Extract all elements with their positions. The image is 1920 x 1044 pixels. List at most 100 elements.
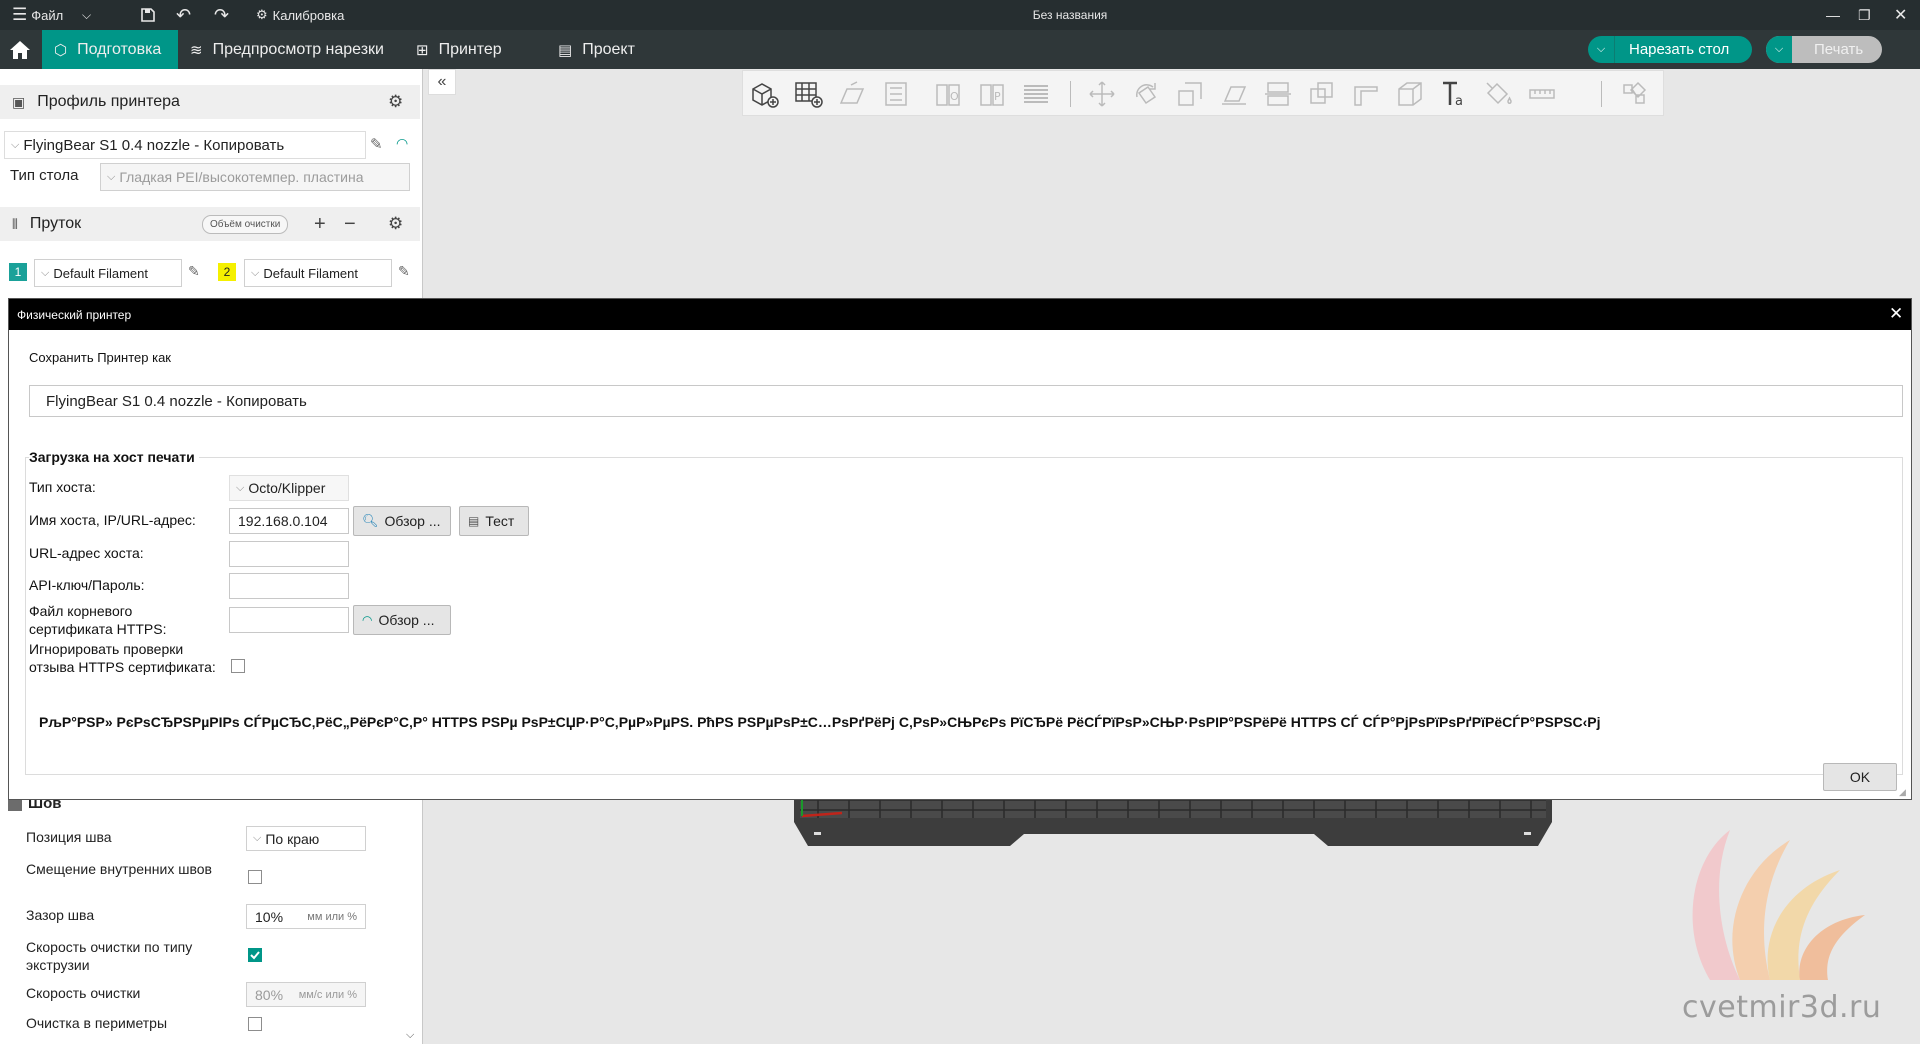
tab-printer[interactable]: ⊞ Принтер (416, 30, 502, 69)
auto-orient-icon[interactable] (837, 79, 867, 109)
file-menu[interactable]: ☰ Файл (12, 0, 63, 30)
cert-note-text: РљР°РЅР» РєРѕСЂРЅРµРІРѕ СЃРµСЂС‚РёС„РёРє… (39, 714, 1601, 730)
tab-preview-label: Предпросмотр нарезки (212, 40, 384, 58)
remove-filament-icon[interactable]: − (344, 213, 356, 236)
edit-icon[interactable]: ✎ (370, 135, 383, 153)
printer-profile-select[interactable]: ⌵ FlyingBear S1 0.4 nozzle - Копировать (4, 131, 366, 159)
wipe-speed-by-type-checkbox[interactable] (248, 948, 262, 962)
bed-type-label: Тип стола (10, 167, 79, 184)
minimize-icon[interactable]: — (1826, 0, 1840, 30)
seam-position-select[interactable]: ⌵ По краю (246, 826, 366, 851)
seam-paint-icon[interactable] (1395, 79, 1425, 109)
wifi-icon[interactable]: ◠ (396, 135, 408, 152)
inner-seam-offset-checkbox[interactable] (248, 870, 262, 884)
wipe-perimeters-checkbox[interactable] (248, 1017, 262, 1031)
watermark-text: cvetmir3d.ru (1682, 990, 1882, 1025)
browse-hosts-button[interactable]: 🔍︎ Обзор ... (353, 506, 451, 536)
ignore-cert-checkbox[interactable] (231, 659, 245, 673)
measure-icon[interactable] (1527, 79, 1557, 109)
assembly-view-icon[interactable] (1619, 79, 1649, 109)
wipe-speed-input[interactable]: 80% мм/с или % (246, 982, 366, 1007)
wipe-speed-label: Скорость очистки (26, 985, 141, 1001)
scroll-down-icon[interactable]: ⌵ (406, 1029, 414, 1042)
edit-icon[interactable]: ✎ (188, 263, 200, 280)
save-as-label: Сохранить Принтер как (29, 350, 171, 365)
filament-1-badge[interactable]: 1 (9, 263, 27, 281)
seam-gap-input[interactable]: 10% мм или % (246, 904, 366, 929)
color-paint-icon[interactable] (1483, 79, 1513, 109)
host-type-select[interactable]: ⌵ Octo/Klipper (229, 475, 349, 501)
cert-file-label: Файл корневого сертификата HTTPS: (29, 603, 167, 637)
ok-button[interactable]: OK (1823, 763, 1897, 791)
text-icon[interactable]: a (1439, 79, 1469, 109)
split-parts-icon[interactable]: P (977, 79, 1007, 109)
rotate-icon[interactable] (1131, 79, 1161, 109)
tab-project[interactable]: ▤ Проект (558, 30, 635, 69)
print-options-chevron-icon[interactable]: ⌵ (1766, 36, 1792, 63)
svg-text:P: P (994, 90, 1001, 103)
scale-icon[interactable] (1175, 79, 1205, 109)
cert-file-input[interactable] (229, 607, 349, 633)
move-icon[interactable] (1087, 79, 1117, 109)
add-filament-icon[interactable]: + (314, 213, 326, 236)
add-plate-icon[interactable] (793, 79, 823, 109)
filament-settings-gear-icon[interactable]: ⚙ (388, 214, 403, 234)
chevron-down-icon: ⌵ (41, 266, 50, 279)
hamburger-icon: ☰ (12, 5, 28, 24)
calibration-menu[interactable]: ⚙ Калибровка (256, 0, 344, 30)
tab-prepare[interactable]: ⬡ Подготовка (42, 30, 178, 69)
print-label: Печать (1814, 41, 1864, 58)
chevron-down-icon: ⌵ (251, 266, 260, 279)
dialog-title-bar: Физический принтер ✕ (9, 299, 1911, 330)
variable-layer-icon[interactable] (1021, 79, 1051, 109)
filament-2-badge[interactable]: 2 (218, 263, 236, 281)
browse-cert-button[interactable]: ◠ Обзор ... (353, 605, 451, 635)
edit-icon[interactable]: ✎ (398, 263, 410, 280)
printer-settings-gear-icon[interactable]: ⚙ (388, 92, 403, 112)
boolean-icon[interactable] (1307, 79, 1337, 109)
slice-options-chevron-icon[interactable]: ⌵ (1588, 36, 1615, 63)
project-icon: ▤ (558, 41, 573, 59)
chevron-down-icon: ⌵ (236, 481, 245, 494)
print-button[interactable]: ⌵ Печать (1766, 36, 1882, 63)
bed-type-value: Гладкая PEI/высокотемпер. пластина (119, 169, 364, 185)
collapse-sidebar-button[interactable]: « (428, 69, 456, 95)
restore-icon[interactable]: ❐ (1858, 0, 1871, 30)
host-type-label: Тип хоста: (29, 479, 96, 495)
add-object-icon[interactable] (749, 79, 779, 109)
redo-icon[interactable]: ↷ (214, 0, 229, 30)
test-button[interactable]: ▤ Тест (459, 506, 529, 536)
filament-title: Пруток (29, 215, 82, 232)
printer-profile-value: FlyingBear S1 0.4 nozzle - Копировать (23, 136, 285, 154)
watermark-logo (1692, 830, 1865, 980)
close-icon[interactable]: ✕ (1889, 304, 1903, 324)
api-key-input[interactable] (229, 573, 349, 599)
save-icon[interactable] (140, 0, 156, 30)
cut-icon[interactable] (1263, 79, 1293, 109)
chevron-down-icon: ⌵ (107, 170, 116, 183)
resize-grip-icon[interactable]: ◢ (1899, 787, 1906, 798)
undo-icon[interactable]: ↶ (176, 0, 191, 30)
host-url-input[interactable] (229, 541, 349, 567)
home-icon (10, 40, 30, 59)
split-objects-icon[interactable]: O (933, 79, 963, 109)
hostname-input[interactable]: 192.168.0.104 (229, 508, 349, 534)
filament-2-select[interactable]: ⌵ Default Filament (244, 259, 392, 287)
slice-plate-button[interactable]: ⌵ Нарезать стол (1588, 36, 1752, 63)
file-menu-label: Файл (31, 7, 64, 23)
filament-icon: ⫴ (12, 215, 18, 232)
build-plate (794, 796, 1552, 846)
close-window-icon[interactable]: ✕ (1894, 0, 1907, 30)
cube-icon: ⬡ (54, 41, 68, 59)
filament-1-select[interactable]: ⌵ Default Filament (34, 259, 182, 287)
flush-volume-button[interactable]: Объём очистки (202, 215, 289, 234)
lay-on-face-icon[interactable] (1219, 79, 1249, 109)
file-menu-chevron-icon[interactable]: ⌵ (82, 0, 91, 30)
tab-preview[interactable]: ≋ Предпросмотр нарезки (186, 30, 384, 69)
home-button[interactable] (0, 30, 40, 69)
bed-type-select[interactable]: ⌵ Гладкая PEI/высокотемпер. пластина (100, 163, 410, 191)
support-paint-icon[interactable] (1351, 79, 1381, 109)
upload-group-title: Загрузка на хост печати (29, 448, 199, 466)
printer-name-input[interactable]: FlyingBear S1 0.4 nozzle - Копировать (29, 385, 1903, 417)
arrange-icon[interactable] (881, 79, 911, 109)
